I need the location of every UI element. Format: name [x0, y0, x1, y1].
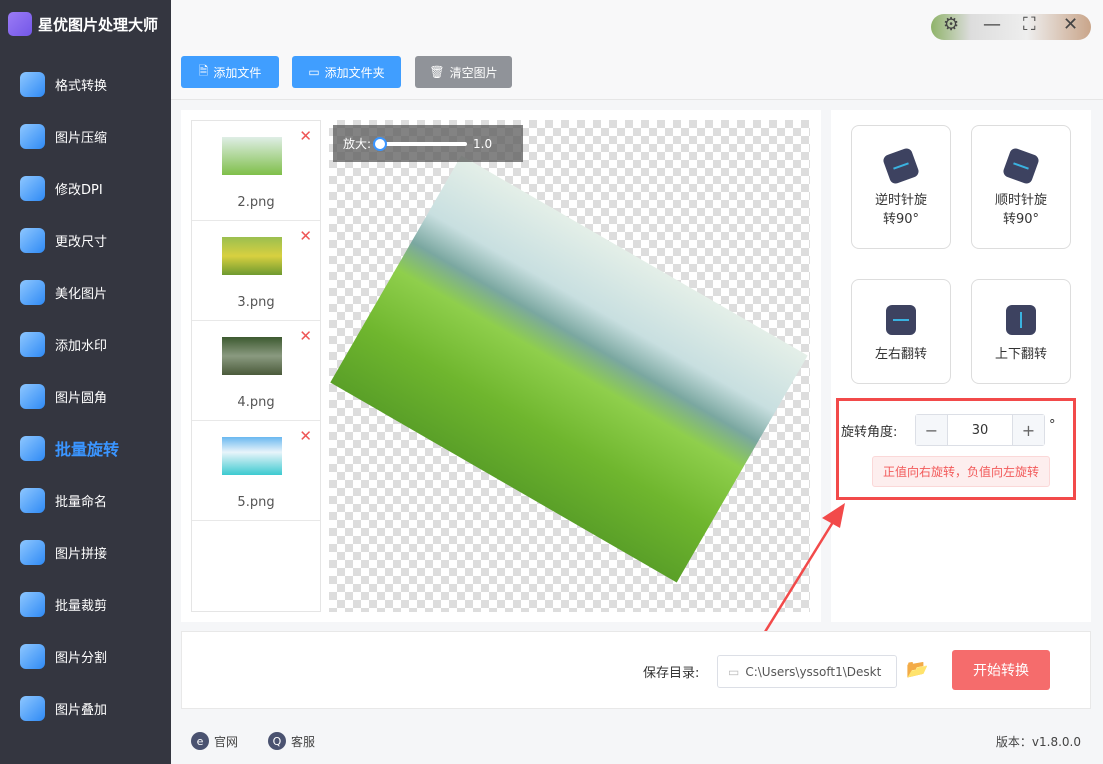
browser-icon: e: [191, 732, 209, 750]
output-path-text: C:\Users\yssoft1\Deskt: [745, 664, 882, 679]
website-label: 官网: [214, 734, 239, 749]
folder-icon: ▭: [728, 664, 740, 679]
browse-folder-icon[interactable]: 📂: [906, 659, 928, 680]
support-link[interactable]: Q 客服: [268, 732, 315, 750]
chat-icon: Q: [268, 732, 287, 750]
start-convert-button[interactable]: 开始转换: [952, 650, 1050, 690]
output-dir-input[interactable]: ▭ C:\Users\yssoft1\Deskt: [717, 655, 897, 688]
version-text: 版本：v1.8.0.0: [995, 734, 1081, 749]
footer: e 官网 Q 客服 版本：v1.8.0.0: [171, 718, 1103, 764]
output-dir-label: 保存目录:: [643, 666, 700, 681]
website-link[interactable]: e 官网: [191, 732, 238, 750]
support-label: 客服: [291, 734, 316, 749]
